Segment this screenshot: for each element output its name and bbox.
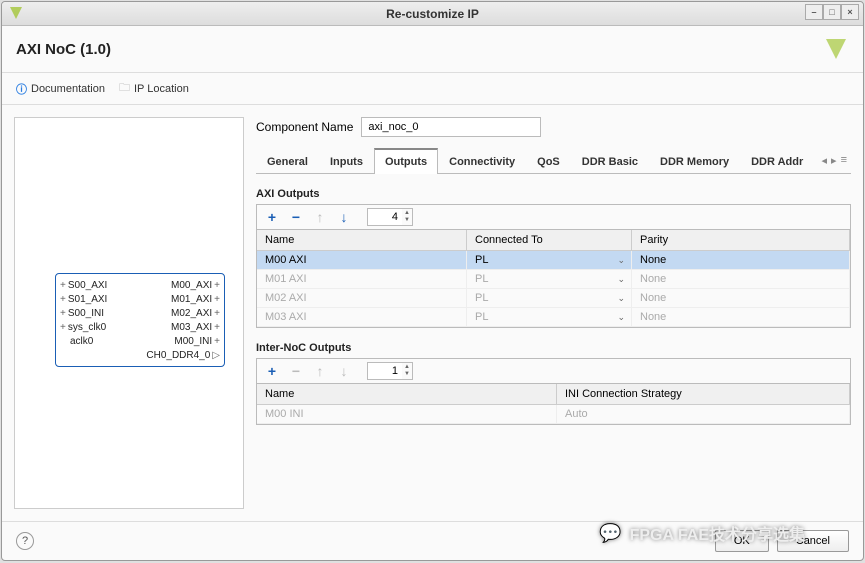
port-label: M01_AXI (171, 294, 212, 305)
col-connected: Connected To (467, 230, 632, 250)
remove-row-button[interactable]: − (287, 208, 305, 226)
cell-parity: None (632, 270, 850, 288)
tab-connectivity[interactable]: Connectivity (438, 149, 526, 174)
maximize-button[interactable]: □ (823, 4, 841, 20)
move-down-button[interactable]: ↓ (335, 208, 353, 226)
ip-block-diagram: +S00_AXIM00_AXI+ +S01_AXIM01_AXI+ +S00_I… (55, 273, 225, 367)
chevron-down-icon[interactable]: ▼ (404, 371, 410, 378)
chevron-up-icon[interactable]: ▲ (404, 210, 410, 217)
cell-parity: None (632, 308, 850, 326)
chevron-down-icon: ⌄ (617, 293, 625, 304)
inter-noc-title: Inter-NoC Outputs (256, 342, 851, 354)
cell-parity: None (632, 289, 850, 307)
axi-outputs-table: Name Connected To Parity M00 AXIPL⌄NoneM… (256, 229, 851, 328)
cell-name: M00 AXI (257, 251, 467, 269)
table-row[interactable]: M00 INIAuto (257, 405, 850, 424)
count-spinner[interactable]: ▲▼ (367, 208, 413, 226)
tab-scroll-right-icon[interactable]: ▸ (831, 154, 837, 167)
cell-name: M00 INI (257, 405, 557, 423)
col-strategy: INI Connection Strategy (557, 384, 850, 404)
cell-parity: None (632, 251, 850, 269)
tab-ddr-addr[interactable]: DDR Addr (740, 149, 814, 174)
port-label: M00_AXI (171, 280, 212, 291)
axi-outputs-toolbar: + − ↑ ↓ ▲▼ (256, 204, 851, 229)
component-name-label: Component Name (256, 120, 353, 134)
ip-location-label: IP Location (134, 83, 189, 95)
header: AXI NoC (1.0) (2, 26, 863, 73)
minimize-button[interactable]: – (805, 4, 823, 20)
cell-name: M03 AXI (257, 308, 467, 326)
cell-connected-dropdown[interactable]: PL⌄ (467, 270, 632, 288)
titlebar: Re-customize IP – □ × (2, 2, 863, 26)
help-button[interactable]: ? (16, 532, 34, 550)
tab-ddr-basic[interactable]: DDR Basic (571, 149, 649, 174)
tab-ddr-memory[interactable]: DDR Memory (649, 149, 740, 174)
tab-general[interactable]: General (256, 149, 319, 174)
cell-connected-dropdown[interactable]: PL⌄ (467, 289, 632, 307)
documentation-link[interactable]: ⓘ Documentation (16, 81, 105, 97)
move-up-button: ↑ (311, 362, 329, 380)
watermark: 💬 FPGA FAE技术分享选集 (599, 521, 805, 545)
close-button[interactable]: × (841, 4, 859, 20)
cell-name: M01 AXI (257, 270, 467, 288)
col-name: Name (257, 384, 557, 404)
tab-menu-icon[interactable]: ≡ (841, 154, 847, 167)
inter-noc-toolbar: + − ↑ ↓ ▲▼ (256, 358, 851, 383)
ip-location-link[interactable]: 🗀 IP Location (119, 79, 189, 98)
cell-name: M02 AXI (257, 289, 467, 307)
watermark-text: FPGA FAE技术分享选集 (630, 521, 805, 545)
port-label: M03_AXI (171, 322, 212, 333)
ip-title: AXI NoC (1.0) (16, 41, 111, 58)
table-row[interactable]: M02 AXIPL⌄None (257, 289, 850, 308)
port-label: S00_INI (68, 308, 104, 319)
tab-scroll-left-icon[interactable]: ◂ (822, 154, 828, 167)
toolbar: ⓘ Documentation 🗀 IP Location (2, 73, 863, 105)
port-label: S00_AXI (68, 280, 107, 291)
inter-noc-table: Name INI Connection Strategy M00 INIAuto (256, 383, 851, 425)
table-row[interactable]: M00 AXIPL⌄None (257, 251, 850, 270)
count-input[interactable] (368, 363, 402, 379)
app-logo-icon (8, 5, 24, 21)
component-name-row: Component Name (256, 117, 851, 137)
tab-qos[interactable]: QoS (526, 149, 571, 174)
chevron-down-icon[interactable]: ▼ (404, 217, 410, 224)
component-name-input[interactable] (361, 117, 541, 137)
wechat-icon: 💬 (599, 523, 621, 544)
move-down-button: ↓ (335, 362, 353, 380)
add-row-button[interactable]: + (263, 362, 281, 380)
remove-row-button: − (287, 362, 305, 380)
chevron-down-icon: ⌄ (617, 274, 625, 285)
port-label: M00_INI (174, 336, 212, 347)
port-label: M02_AXI (171, 308, 212, 319)
tab-inputs[interactable]: Inputs (319, 149, 374, 174)
col-parity: Parity (632, 230, 850, 250)
chevron-up-icon[interactable]: ▲ (404, 364, 410, 371)
documentation-label: Documentation (31, 83, 105, 95)
move-up-button: ↑ (311, 208, 329, 226)
chevron-down-icon: ⌄ (617, 255, 625, 266)
count-spinner[interactable]: ▲▼ (367, 362, 413, 380)
info-icon: ⓘ (16, 81, 27, 97)
table-row[interactable]: M01 AXIPL⌄None (257, 270, 850, 289)
cell-strategy: Auto (557, 405, 850, 423)
tab-outputs[interactable]: Outputs (374, 148, 438, 174)
chevron-down-icon: ⌄ (617, 312, 625, 323)
port-label: sys_clk0 (68, 322, 106, 333)
window-title: Re-customize IP (386, 7, 479, 21)
axi-outputs-title: AXI Outputs (256, 188, 851, 200)
port-label: CH0_DDR4_0 (146, 350, 210, 361)
port-label: aclk0 (70, 336, 93, 347)
folder-icon: 🗀 (119, 79, 130, 98)
cell-connected-dropdown[interactable]: PL⌄ (467, 308, 632, 326)
col-name: Name (257, 230, 467, 250)
add-row-button[interactable]: + (263, 208, 281, 226)
tab-bar: General Inputs Outputs Connectivity QoS … (256, 147, 851, 174)
count-input[interactable] (368, 209, 402, 225)
cell-connected-dropdown[interactable]: PL⌄ (467, 251, 632, 269)
ip-preview-pane: +S00_AXIM00_AXI+ +S01_AXIM01_AXI+ +S00_I… (14, 117, 244, 509)
vendor-logo-icon (823, 36, 849, 62)
table-row[interactable]: M03 AXIPL⌄None (257, 308, 850, 327)
port-label: S01_AXI (68, 294, 107, 305)
